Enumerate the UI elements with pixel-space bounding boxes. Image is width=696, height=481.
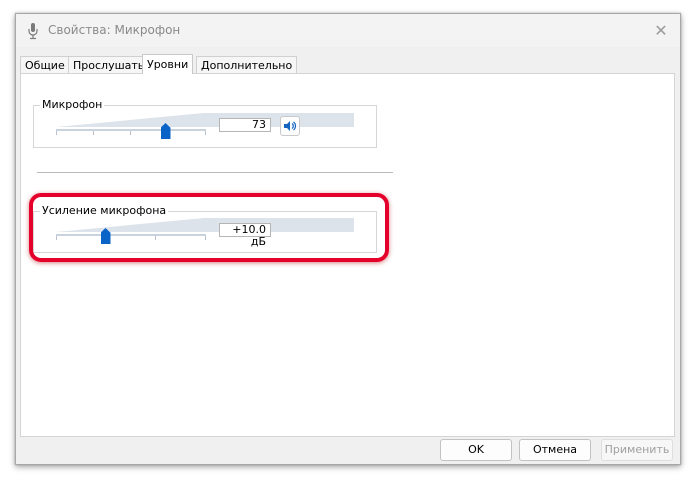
title-bar: Свойства: Микрофон ✕ [16, 14, 680, 47]
microphone-label: Микрофон [40, 98, 105, 111]
tab-general[interactable]: Общие [20, 56, 70, 73]
tab-listen[interactable]: Прослушать [68, 56, 150, 73]
dialog-footer: OK Отмена Применить [16, 436, 680, 464]
properties-window: Свойства: Микрофон ✕ Общие Прослушать Ур… [15, 13, 681, 465]
close-icon: ✕ [654, 21, 668, 40]
close-button[interactable]: ✕ [650, 20, 672, 42]
speaker-icon [284, 121, 297, 131]
cancel-button[interactable]: Отмена [519, 439, 591, 461]
tab-advanced[interactable]: Дополнительно [196, 56, 298, 73]
slider-tick [56, 131, 57, 135]
mute-button[interactable] [280, 116, 300, 136]
window-title: Свойства: Микрофон [48, 23, 181, 37]
microphone-group: Микрофон 73 [33, 98, 377, 148]
slider-rail [56, 129, 206, 131]
slider-tick [93, 131, 94, 135]
microphone-icon [28, 23, 38, 40]
separator [37, 172, 393, 173]
apply-button[interactable]: Применить [601, 439, 673, 461]
slider-tick [130, 131, 131, 135]
levels-panel: Микрофон 73 Усиление микрофона +10.0 дБ [20, 73, 675, 437]
slider-tick [205, 131, 206, 135]
microphone-value[interactable]: 73 [219, 118, 271, 132]
tab-levels[interactable]: Уровни [142, 54, 194, 74]
ok-button[interactable]: OK [440, 439, 512, 461]
slider-track [56, 113, 354, 127]
microphone-slider[interactable] [56, 113, 354, 139]
highlight-frame [29, 193, 389, 262]
